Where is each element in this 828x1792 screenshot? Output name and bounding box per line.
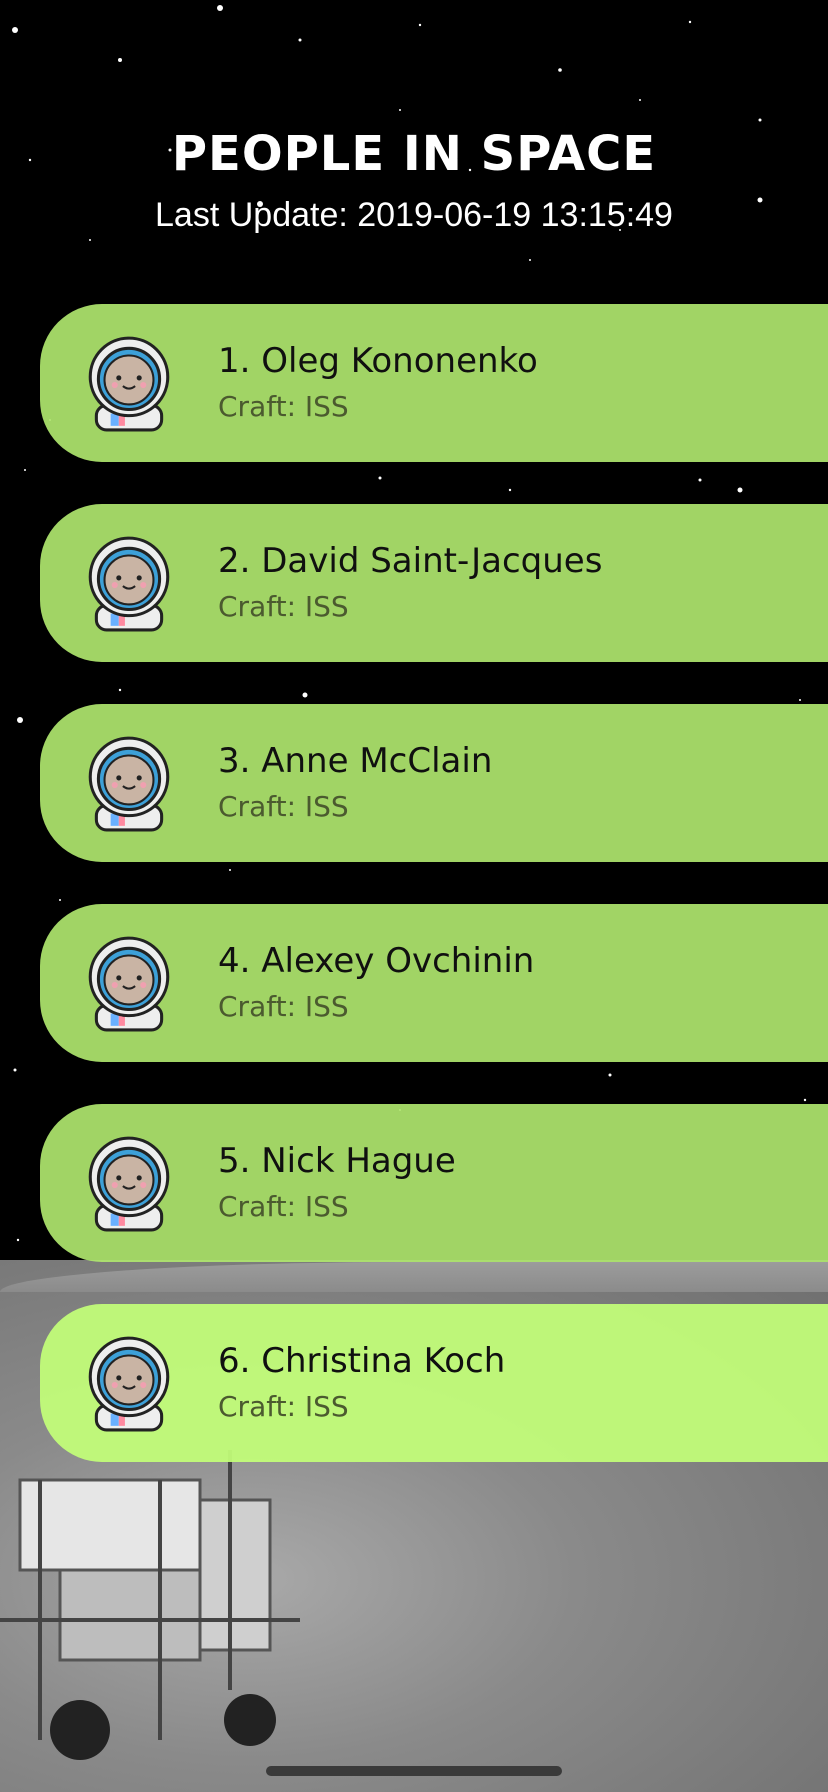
last-update-label: Last Update: 2019-06-19 13:15:49 [155, 196, 673, 234]
person-name: 5. Nick Hague [218, 1140, 456, 1181]
page-title: PEOPLE IN SPACE [171, 126, 657, 182]
list-item[interactable]: 4. Alexey Ovchinin Craft: ISS [40, 904, 828, 1062]
list-item[interactable]: 2. David Saint-Jacques Craft: ISS [40, 504, 828, 662]
people-list: 1. Oleg Kononenko Craft: ISS 2. David Sa… [40, 304, 828, 1504]
person-info: 3. Anne McClain Craft: ISS [218, 740, 493, 824]
astronaut-icon [88, 536, 170, 632]
person-info: 5. Nick Hague Craft: ISS [218, 1140, 456, 1224]
list-item[interactable]: 5. Nick Hague Craft: ISS [40, 1104, 828, 1262]
person-craft: Craft: ISS [218, 590, 349, 624]
person-craft: Craft: ISS [218, 1390, 349, 1424]
list-item[interactable]: 1. Oleg Kononenko Craft: ISS [40, 304, 828, 462]
person-craft: Craft: ISS [218, 990, 349, 1024]
person-name: 2. David Saint-Jacques [218, 540, 603, 581]
person-craft: Craft: ISS [218, 790, 349, 824]
person-name: 1. Oleg Kononenko [218, 340, 538, 381]
list-item[interactable]: 6. Christina Koch Craft: ISS [40, 1304, 828, 1462]
person-info: 2. David Saint-Jacques Craft: ISS [218, 540, 603, 624]
header: PEOPLE IN SPACE Last Update: 2019-06-19 … [0, 126, 828, 235]
person-info: 6. Christina Koch Craft: ISS [218, 1340, 506, 1424]
astronaut-icon [88, 1336, 170, 1432]
person-craft: Craft: ISS [218, 1190, 349, 1224]
astronaut-icon [88, 1136, 170, 1232]
person-info: 1. Oleg Kononenko Craft: ISS [218, 340, 538, 424]
astronaut-icon [88, 336, 170, 432]
astronaut-icon [88, 936, 170, 1032]
astronaut-icon [88, 736, 170, 832]
person-name: 6. Christina Koch [218, 1340, 506, 1381]
home-indicator[interactable] [266, 1766, 562, 1776]
person-name: 3. Anne McClain [218, 740, 493, 781]
person-info: 4. Alexey Ovchinin Craft: ISS [218, 940, 535, 1024]
person-name: 4. Alexey Ovchinin [218, 940, 535, 981]
list-item[interactable]: 3. Anne McClain Craft: ISS [40, 704, 828, 862]
person-craft: Craft: ISS [218, 390, 349, 424]
